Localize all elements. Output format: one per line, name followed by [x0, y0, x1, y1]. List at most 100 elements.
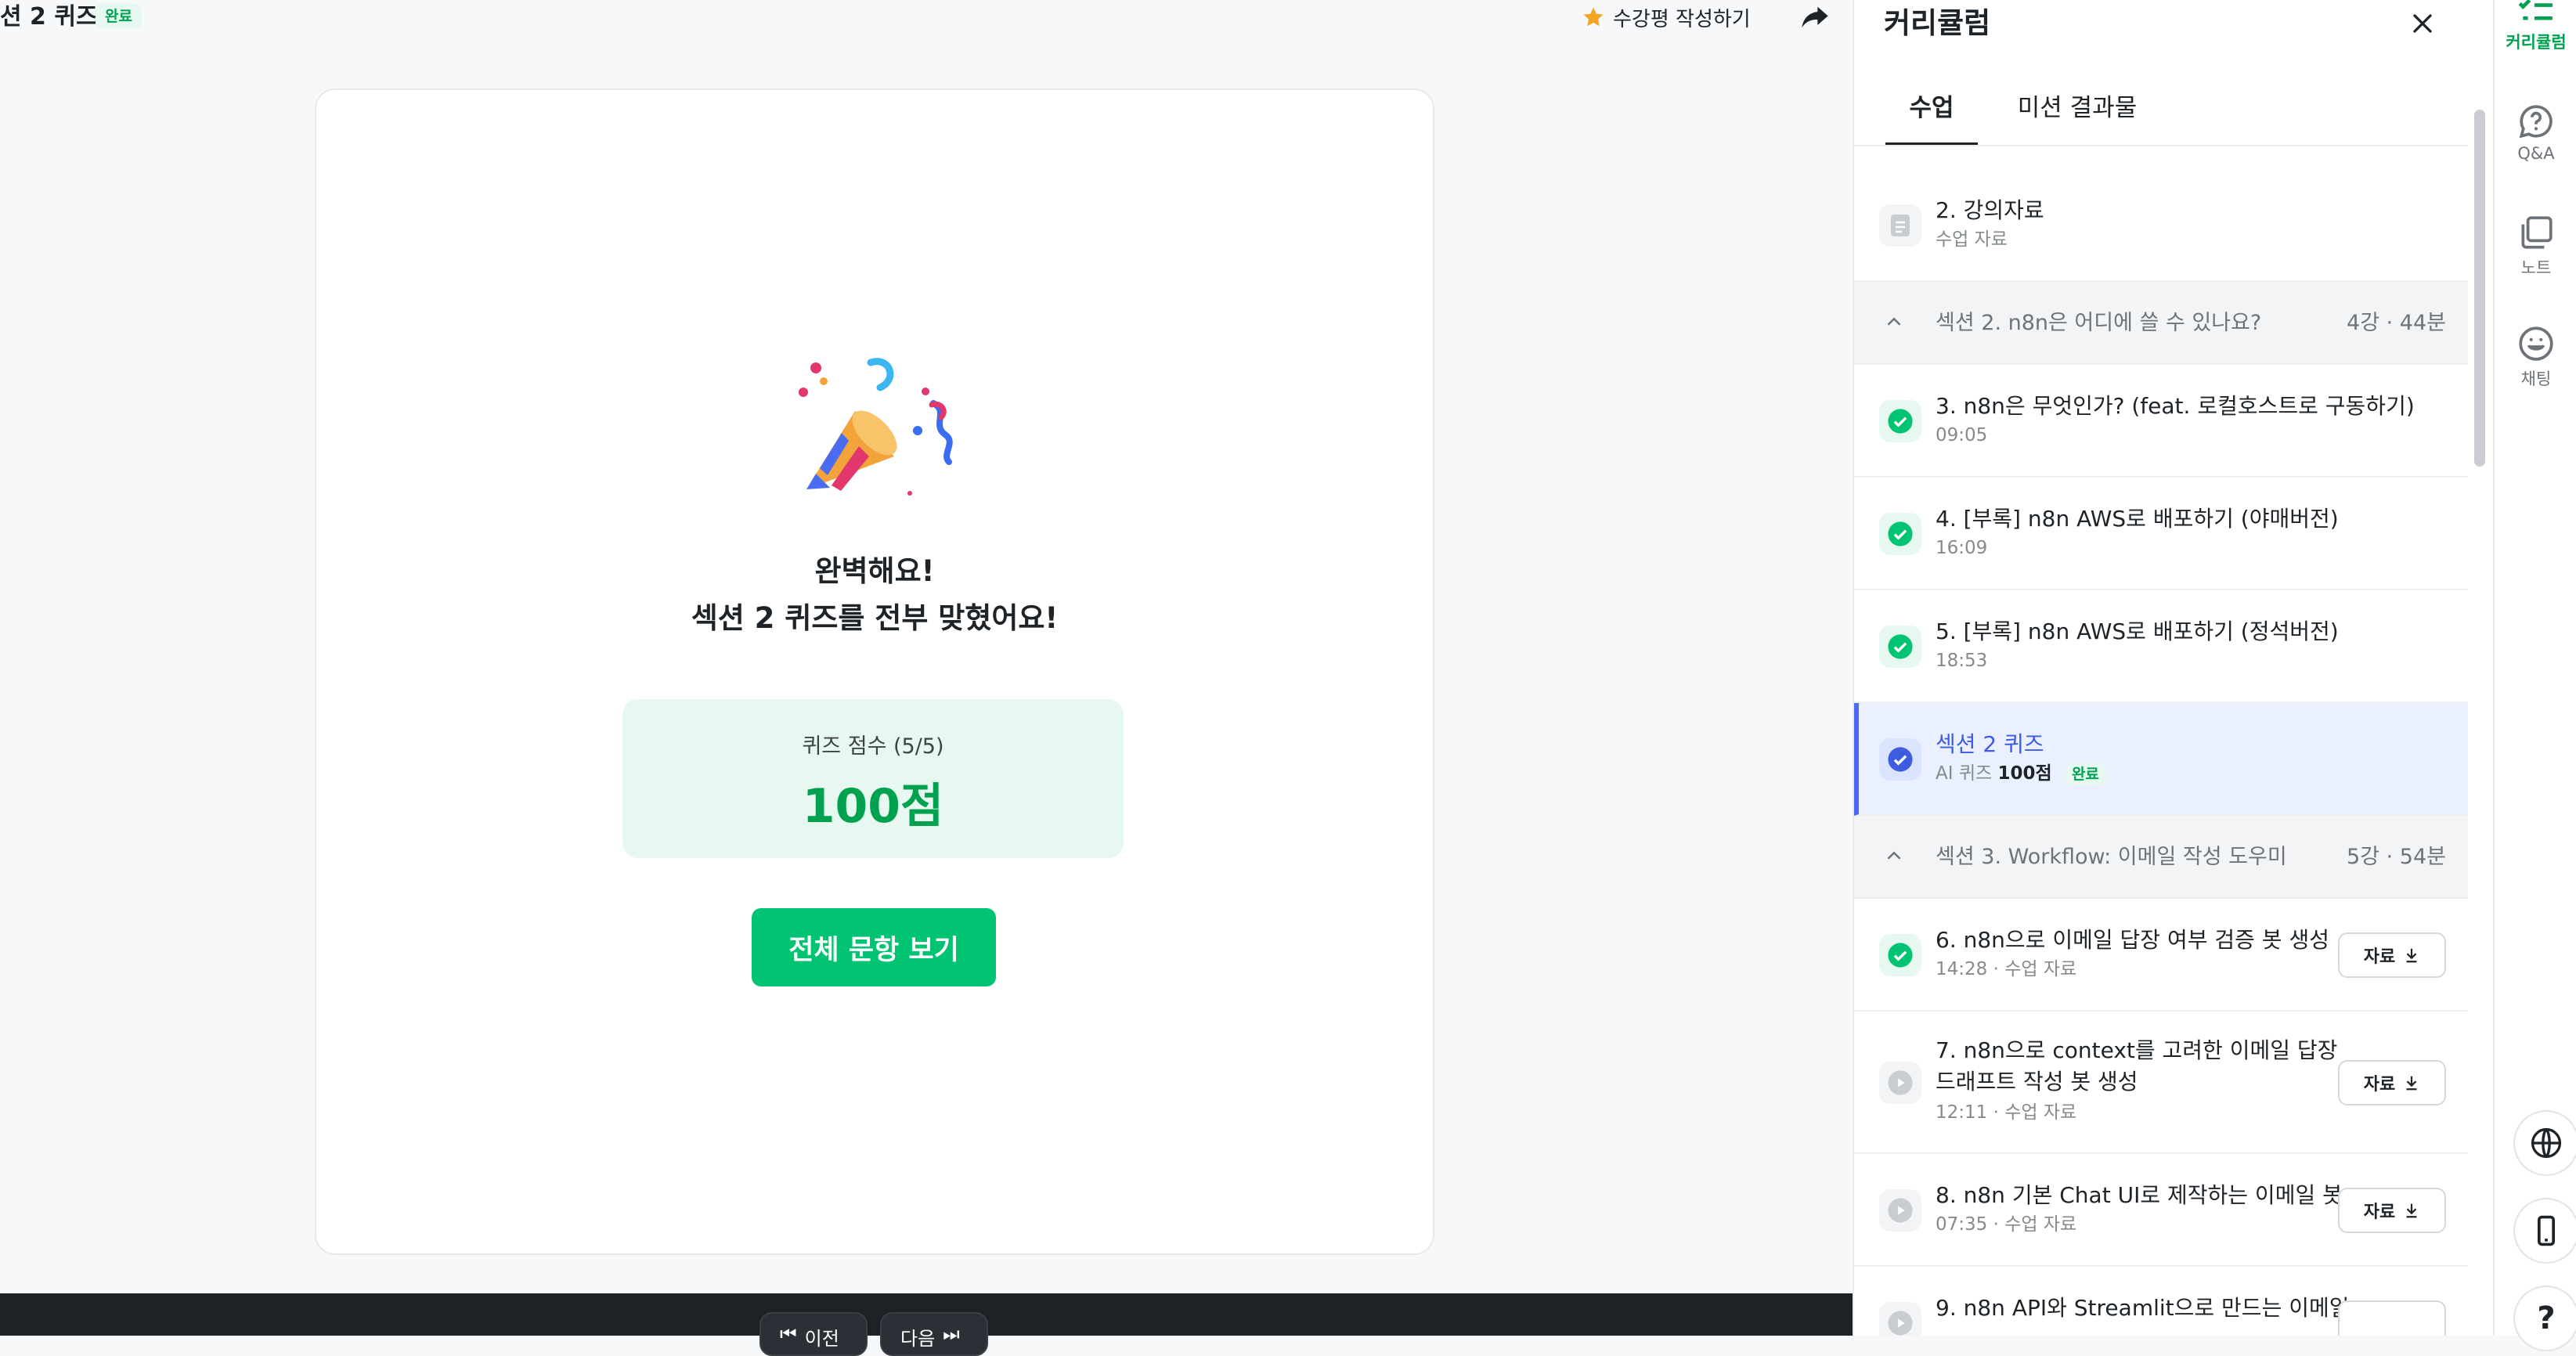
- top-bar: 션 2 퀴즈 완료 수강평 작성하기: [0, 0, 1853, 39]
- status-badge: 완료: [96, 4, 142, 29]
- list-item[interactable]: 6. n8n으로 이메일 답장 여부 검증 봇 생성 14:28 · 수업 자료…: [1854, 899, 2470, 1012]
- share-icon[interactable]: [1798, 2, 1832, 33]
- mobile-icon: [2538, 1215, 2555, 1246]
- lesson-main-area: 션 2 퀴즈 완료 수강평 작성하기 완벽해요! 섹션 2 퀴즈를 전부 맞혔어…: [0, 0, 1853, 1356]
- tab-lessons[interactable]: 수업: [1885, 88, 1978, 146]
- resource-download-button[interactable]: [2338, 1300, 2446, 1336]
- lesson-title: 6. n8n으로 이메일 답장 여부 검증 봇 생성: [1936, 927, 2329, 953]
- quiz-score-box: 퀴즈 점수 (5/5) 100점: [622, 699, 1124, 858]
- quiz-score-value: 100점: [802, 779, 944, 834]
- section-meta: 4강 · 44분: [2347, 311, 2446, 335]
- lesson-title: 4. [부록] n8n AWS로 배포하기 (야매버전): [1936, 506, 2339, 532]
- section-title: 섹션 3. Workflow: 이메일 작성 도우미: [1936, 845, 2287, 869]
- quiz-result-card: [315, 88, 1434, 1255]
- curriculum-icon: [2518, 0, 2553, 20]
- resource-download-button[interactable]: 자료: [2338, 1188, 2446, 1233]
- lesson-meta: AI 퀴즈 100점 완료: [1936, 760, 2105, 787]
- language-button[interactable]: [2513, 1110, 2576, 1176]
- check-icon: [1879, 934, 1921, 976]
- lesson-title: 8. n8n 기본 Chat UI로 제작하는 이메일 봇: [1936, 1182, 2343, 1208]
- check-icon: [1879, 513, 1921, 555]
- lesson-meta: 09:05: [1936, 425, 1988, 445]
- rail-qa-label: Q&A: [2517, 144, 2555, 163]
- rail-qa-button[interactable]: Q&A: [2495, 102, 2576, 163]
- resource-download-button[interactable]: 자료: [2338, 932, 2446, 978]
- globe-icon: [2531, 1127, 2562, 1159]
- quiz-type-label: AI 퀴즈: [1936, 763, 1993, 784]
- rail-note-button[interactable]: 노트: [2495, 213, 2576, 279]
- list-item[interactable]: 8. n8n 기본 Chat UI로 제작하는 이메일 봇 07:35 · 수업…: [1854, 1154, 2470, 1267]
- lesson-title: 5. [부록] n8n AWS로 배포하기 (정석버전): [1936, 618, 2339, 644]
- download-icon: [2406, 1076, 2417, 1091]
- chevron-up-icon: [1887, 317, 1901, 326]
- note-icon: [2521, 216, 2553, 249]
- lesson-meta: 07:35 · 수업 자료: [1936, 1214, 2077, 1235]
- play-icon: [1879, 1062, 1921, 1104]
- list-item[interactable]: 5. [부록] n8n AWS로 배포하기 (정석버전) 18:53: [1854, 590, 2470, 703]
- lesson-title: 3. n8n은 무엇인가? (feat. 로컬호스트로 구동하기): [1936, 393, 2415, 419]
- view-all-questions-button[interactable]: 전체 문항 보기: [752, 908, 996, 986]
- lesson-meta: 14:28 · 수업 자료: [1936, 959, 2077, 979]
- success-message: 섹션 2 퀴즈를 전부 맞혔어요!: [691, 601, 1059, 635]
- list-item-active[interactable]: 섹션 2 퀴즈 AI 퀴즈 100점 완료: [1854, 703, 2470, 816]
- resource-label: 자료: [2363, 947, 2396, 967]
- quiz-score: 100점: [1997, 763, 2052, 784]
- right-rail: 커리큘럼 Q&A 노트 채팅 ?: [2493, 0, 2576, 1351]
- lesson-title: 섹션 2 퀴즈: [1936, 731, 2044, 757]
- rail-chat-label: 채팅: [2520, 370, 2552, 388]
- section-header[interactable]: 섹션 2. n8n은 어디에 쓸 수 있나요? 4강 · 44분: [1854, 282, 2470, 365]
- download-icon: [2406, 1203, 2417, 1218]
- lesson-meta: 18:53: [1936, 651, 1988, 671]
- list-item[interactable]: 3. n8n은 무엇인가? (feat. 로컬호스트로 구동하기) 09:05: [1854, 365, 2470, 478]
- rail-note-label: 노트: [2520, 258, 2552, 277]
- resource-label: 자료: [2363, 1203, 2396, 1222]
- quiz-score-label: 퀴즈 점수 (5/5): [802, 734, 944, 759]
- next-label: 다음: [900, 1328, 936, 1350]
- tab-divider: [1854, 145, 2470, 146]
- check-icon: [1879, 400, 1921, 442]
- status-badge: 완료: [2065, 763, 2105, 785]
- list-item[interactable]: 9. n8n API와 Streamlit으로 만드는 이메일: [1854, 1267, 2470, 1336]
- mobile-button[interactable]: [2513, 1198, 2576, 1264]
- check-icon: [1879, 626, 1921, 668]
- write-review-button[interactable]: 수강평 작성하기: [1582, 0, 1751, 34]
- lesson-meta: 12:11 · 수업 자료: [1936, 1102, 2077, 1123]
- list-item[interactable]: 2. 강의자료 수업 자료: [1854, 169, 2470, 282]
- tab-mission-results[interactable]: 미션 결과물: [2003, 88, 2152, 146]
- lesson-meta: 수업 자료: [1936, 229, 2008, 250]
- section-title: 섹션 2. n8n은 어디에 쓸 수 있나요?: [1936, 311, 2262, 335]
- section-meta: 5강 · 54분: [2347, 845, 2446, 869]
- previous-label: 이전: [804, 1328, 839, 1350]
- help-icon: ?: [2537, 1300, 2556, 1336]
- previous-button[interactable]: ⏮ 이전: [759, 1312, 868, 1356]
- play-icon: [1879, 1302, 1921, 1336]
- check-icon: [1879, 738, 1921, 781]
- page-title: 션 2 퀴즈: [0, 3, 98, 31]
- lesson-title: 9. n8n API와 Streamlit으로 만드는 이메일: [1936, 1295, 2350, 1321]
- curriculum-panel: 커리큘럼 수업 미션 결과물 2. 강의자료 수업 자료 섹션 2. n8n은 …: [1853, 0, 2470, 1336]
- panel-title: 커리큘럼: [1884, 6, 1991, 40]
- rail-curriculum-button[interactable]: 커리큘럼: [2495, 0, 2576, 53]
- resource-label: 자료: [2363, 1075, 2396, 1095]
- list-item[interactable]: 7. n8n으로 context를 고려한 이메일 답장 드래프트 작성 봇 생…: [1854, 1012, 2470, 1154]
- success-title: 완벽해요!: [814, 554, 935, 588]
- lesson-title-line2: 드래프트 작성 봇 생성: [1936, 1069, 2138, 1095]
- qa-icon: [2519, 105, 2553, 139]
- chat-icon: [2519, 326, 2553, 361]
- resource-download-button[interactable]: 자료: [2338, 1060, 2446, 1105]
- scrollbar-thumb[interactable]: [2474, 110, 2485, 467]
- section-header[interactable]: 섹션 3. Workflow: 이메일 작성 도우미 5강 · 54분: [1854, 816, 2470, 899]
- curriculum-list: 2. 강의자료 수업 자료 섹션 2. n8n은 어디에 쓸 수 있나요? 4강…: [1854, 169, 2470, 1336]
- skip-back-icon: ⏮: [780, 1323, 797, 1345]
- help-button[interactable]: ?: [2513, 1286, 2576, 1351]
- lesson-meta: 16:09: [1936, 538, 1988, 558]
- lesson-title: 2. 강의자료: [1936, 197, 2044, 223]
- rail-chat-button[interactable]: 채팅: [2495, 324, 2576, 390]
- party-popper-icon: [799, 358, 953, 496]
- list-item[interactable]: 4. [부록] n8n AWS로 배포하기 (야매버전) 16:09: [1854, 478, 2470, 590]
- skip-forward-icon: ⏭: [943, 1323, 960, 1345]
- lesson-title: 7. n8n으로 context를 고려한 이메일 답장: [1936, 1037, 2338, 1063]
- next-button[interactable]: 다음 ⏭: [880, 1312, 988, 1356]
- close-icon[interactable]: [2407, 8, 2438, 39]
- chevron-up-icon: [1887, 851, 1901, 860]
